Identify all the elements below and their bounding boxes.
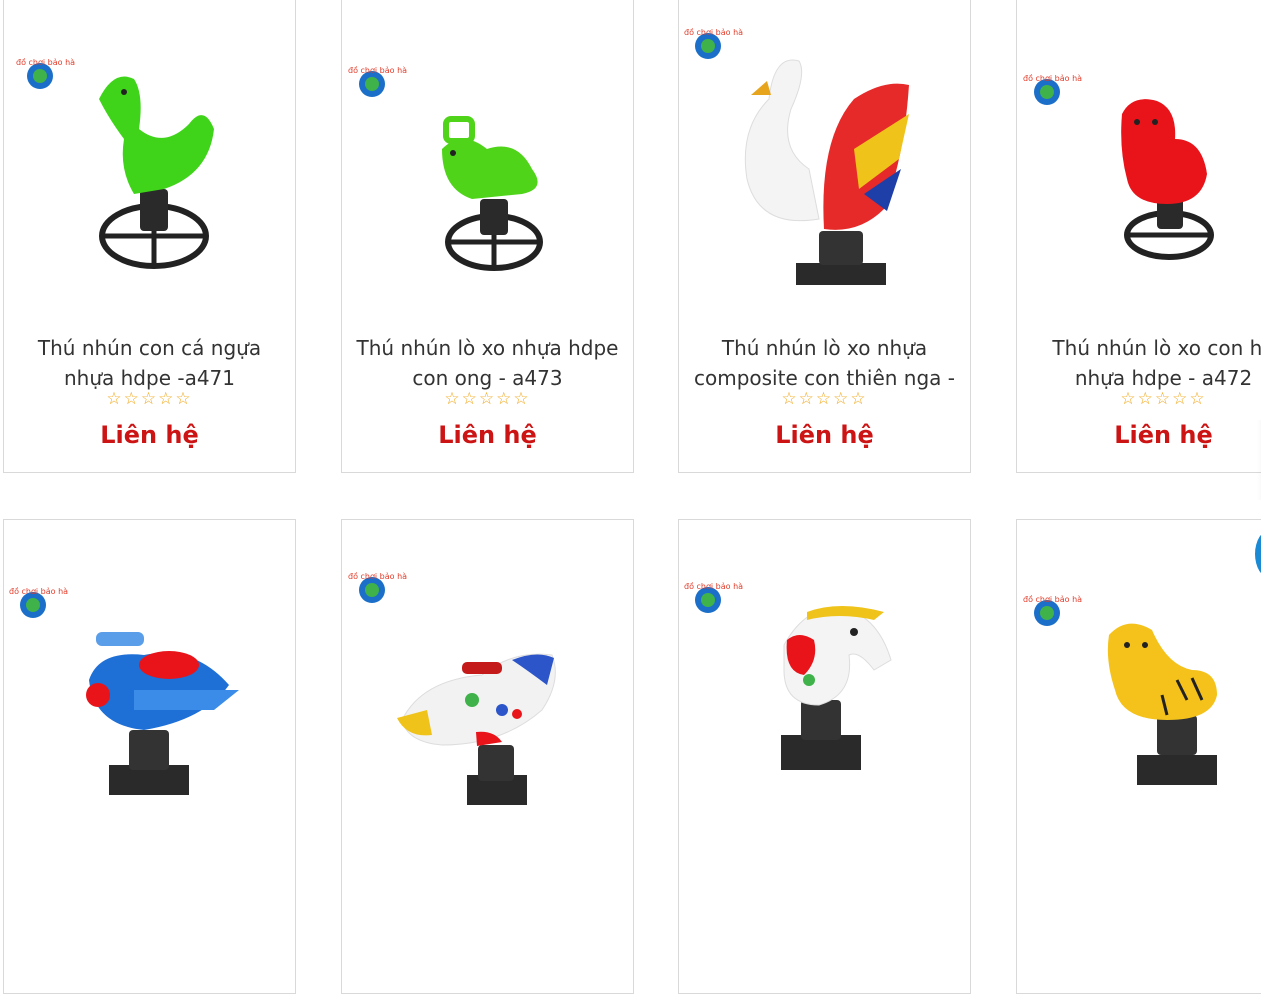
- product-image[interactable]: đồ chơi bảo hà: [4, 0, 295, 319]
- shop-logo-icon: đồ chơi bảo hà: [1023, 73, 1082, 105]
- shop-logo-icon: đồ chơi bảo hà: [16, 57, 75, 89]
- product-image[interactable]: đồ chơi bảo hà: [4, 520, 295, 840]
- shop-logo-icon: đồ chơi bảo hà: [348, 65, 407, 97]
- svg-text:đồ chơi bảo hà: đồ chơi bảo hà: [16, 57, 75, 67]
- product-card[interactable]: đồ chơi bảo hà Thú nhún lò xo nhựa hdpe …: [341, 0, 634, 473]
- scroll-edge-shadow: [1257, 420, 1261, 500]
- shop-logo-icon: đồ chơi bảo hà: [684, 27, 743, 59]
- product-price: Liên hệ: [1114, 421, 1213, 449]
- shop-logo-icon: đồ chơi bảo hà: [684, 581, 743, 613]
- product-title[interactable]: Thú nhún lò xo nhựa composite con thiên …: [679, 333, 970, 393]
- product-card[interactable]: đồ chơi bảo hà: [1016, 519, 1261, 994]
- svg-text:đồ chơi bảo hà: đồ chơi bảo hà: [348, 65, 407, 75]
- svg-text:đồ chơi bảo hà: đồ chơi bảo hà: [684, 27, 743, 37]
- rating-stars: ☆☆☆☆☆: [1120, 389, 1207, 409]
- svg-text:đồ chơi bảo hà: đồ chơi bảo hà: [9, 586, 68, 596]
- product-image[interactable]: đồ chơi bảo hà: [1017, 520, 1261, 840]
- product-price: Liên hệ: [438, 421, 537, 449]
- shop-logo-icon: đồ chơi bảo hà: [348, 571, 407, 603]
- product-card[interactable]: đồ chơi bảo hà Thú nhún lò xo nhựa compo…: [678, 0, 971, 473]
- product-card[interactable]: đồ chơi bảo hà: [341, 519, 634, 994]
- shop-logo-icon: đồ chơi bảo hà: [9, 586, 68, 618]
- product-image[interactable]: đồ chơi bảo hà: [1017, 0, 1261, 319]
- product-card[interactable]: đồ chơi bảo hà: [678, 519, 971, 994]
- product-image[interactable]: đồ chơi bảo hà: [342, 520, 633, 840]
- product-card[interactable]: đồ chơi bảo hà: [3, 519, 296, 994]
- product-card[interactable]: đồ chơi bảo hà Thú nhún con cá ngựa nhựa…: [3, 0, 296, 473]
- svg-text:đồ chơi bảo hà: đồ chơi bảo hà: [1023, 594, 1082, 604]
- product-price: Liên hệ: [775, 421, 874, 449]
- product-title[interactable]: Thú nhún con cá ngựa nhựa hdpe -a471: [4, 333, 295, 393]
- product-price: Liên hệ: [100, 421, 199, 449]
- svg-text:đồ chơi bảo hà: đồ chơi bảo hà: [348, 571, 407, 581]
- product-image[interactable]: đồ chơi bảo hà: [679, 0, 970, 319]
- rating-stars: ☆☆☆☆☆: [444, 389, 531, 409]
- svg-text:đồ chơi bảo hà: đồ chơi bảo hà: [684, 581, 743, 591]
- product-card[interactable]: đồ chơi bảo hà Thú nhún lò xo con hổ nhự…: [1016, 0, 1261, 473]
- product-title[interactable]: Thú nhún lò xo nhựa hdpe con ong - a473: [342, 333, 633, 393]
- rating-stars: ☆☆☆☆☆: [106, 389, 193, 409]
- svg-text:đồ chơi bảo hà: đồ chơi bảo hà: [1023, 73, 1082, 83]
- product-title[interactable]: Thú nhún lò xo con hổ nhựa hdpe - a472: [1017, 333, 1261, 393]
- shop-logo-icon: đồ chơi bảo hà: [1023, 594, 1082, 626]
- product-image[interactable]: đồ chơi bảo hà: [679, 520, 970, 840]
- rating-stars: ☆☆☆☆☆: [781, 389, 868, 409]
- product-image[interactable]: đồ chơi bảo hà: [342, 0, 633, 319]
